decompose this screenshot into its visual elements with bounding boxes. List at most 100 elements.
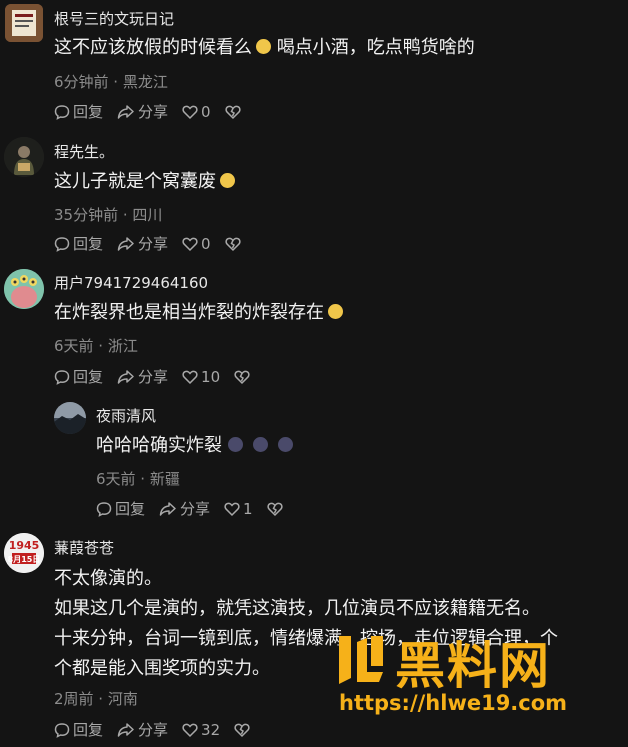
share-icon: [159, 501, 176, 516]
reply-icon: [54, 236, 70, 252]
reply-label: 回复: [73, 368, 104, 386]
watermark-text: 黑料网: [395, 637, 551, 695]
avatar-image: [4, 269, 44, 309]
like-button[interactable]: 32: [182, 721, 220, 739]
reply-button[interactable]: 回复: [54, 719, 103, 740]
like-button[interactable]: 0: [182, 103, 211, 121]
reply-item: 夜雨清风 哈哈哈确实炸裂 6天前 · 新疆 回复 分享 1: [0, 396, 628, 526]
comment-text: 在炸裂界也是相当炸裂的炸裂存在: [54, 298, 343, 327]
like-button[interactable]: 1: [224, 500, 253, 518]
avatar-image: [4, 137, 44, 177]
share-button[interactable]: 分享: [117, 101, 168, 122]
like-button[interactable]: 0: [182, 235, 211, 253]
reply-icon: [54, 104, 70, 120]
comment-text-part: 喝点小酒，吃点鸭货啥的: [276, 37, 475, 58]
comment-text: 哈哈哈确实炸裂: [96, 431, 293, 460]
broken-heart-icon: [266, 502, 283, 516]
broken-heart-icon: [234, 370, 250, 384]
reply-button[interactable]: 回复: [54, 101, 103, 122]
comment-actions: 回复 分享 10: [54, 366, 267, 387]
avatar-image: [5, 4, 43, 42]
emoji-icon: [328, 304, 343, 319]
avatar-image: 1945 8月15日: [4, 533, 44, 573]
reply-icon: [54, 369, 70, 385]
heart-icon: [224, 502, 240, 516]
dislike-button[interactable]: [234, 722, 253, 738]
svg-text:8月15日: 8月15日: [8, 555, 41, 564]
comment-text: 这儿子就是个窝囊废: [54, 167, 235, 196]
share-label: 分享: [138, 235, 169, 253]
dislike-button[interactable]: [224, 104, 244, 120]
share-button[interactable]: 分享: [117, 366, 168, 387]
share-label: 分享: [138, 103, 169, 121]
comment-line: 不太像演的。: [54, 568, 162, 589]
emoji-icon: [278, 437, 293, 452]
heart-icon: [182, 370, 198, 384]
username[interactable]: 夜雨清风: [96, 405, 156, 426]
username[interactable]: 程先生。: [54, 141, 114, 162]
emoji-icon: [228, 437, 243, 452]
avatar[interactable]: [54, 402, 86, 434]
comment-text-part: 在炸裂界也是相当炸裂的炸裂存在: [54, 302, 324, 323]
emoji-icon: [220, 173, 235, 188]
comment-actions: 回复 分享 0: [54, 101, 258, 122]
heart-icon: [182, 237, 198, 251]
watermark-url: https://hlwe19.com: [339, 691, 568, 715]
avatar[interactable]: [5, 4, 43, 42]
share-icon: [117, 369, 134, 384]
like-count: 32: [201, 720, 221, 739]
reply-button[interactable]: 回复: [54, 233, 103, 254]
comment-meta: 6分钟前 · 黑龙江: [54, 73, 168, 91]
share-icon: [117, 722, 134, 737]
share-label: 分享: [138, 721, 169, 739]
reply-label: 回复: [73, 721, 104, 739]
svg-text:1945: 1945: [9, 539, 40, 552]
comment-item: 程先生。 这儿子就是个窝囊废 35分钟前 · 四川 回复 分享 0: [0, 132, 628, 262]
share-button[interactable]: 分享: [159, 498, 210, 519]
emoji-icon: [256, 39, 271, 54]
emoji-icon: [253, 437, 268, 452]
heart-icon: [182, 723, 198, 737]
username[interactable]: 蒹葭苍苍: [54, 537, 114, 558]
watermark-logo-icon: [339, 636, 383, 684]
like-count: 1: [243, 499, 253, 518]
comment-text: 这不应该放假的时候看么 喝点小酒，吃点鸭货啥的: [54, 33, 475, 62]
avatar[interactable]: [4, 269, 44, 309]
like-count: 0: [201, 234, 211, 253]
avatar[interactable]: [4, 137, 44, 177]
share-button[interactable]: 分享: [117, 233, 168, 254]
reply-icon: [96, 501, 112, 517]
share-label: 分享: [180, 500, 211, 518]
comment-item: 用户7941729464160 在炸裂界也是相当炸裂的炸裂存在 6天前 · 浙江…: [0, 264, 628, 394]
share-button[interactable]: 分享: [117, 719, 168, 740]
comment-meta: 2周前 · 河南: [54, 690, 138, 708]
like-count: 0: [201, 102, 211, 121]
avatar[interactable]: 1945 8月15日: [4, 533, 44, 573]
share-icon: [117, 236, 134, 251]
broken-heart-icon: [234, 723, 250, 737]
dislike-button[interactable]: [224, 236, 244, 252]
reply-button[interactable]: 回复: [54, 366, 103, 387]
comment-actions: 回复 分享 32: [54, 719, 267, 740]
reply-icon: [54, 722, 70, 738]
reply-label: 回复: [73, 103, 104, 121]
username[interactable]: 用户7941729464160: [54, 272, 208, 293]
comment-text-part: 这儿子就是个窝囊废: [54, 171, 216, 192]
comment-text-part: 这不应该放假的时候看么: [54, 37, 252, 58]
reply-label: 回复: [115, 500, 146, 518]
comment-actions: 回复 分享 0: [54, 233, 258, 254]
username[interactable]: 根号三的文玩日记: [54, 8, 174, 29]
watermark: 黑料网 https://hlwe19.com: [333, 624, 623, 724]
like-button[interactable]: 10: [182, 368, 220, 386]
comment-meta: 6天前 · 浙江: [54, 337, 138, 355]
dislike-button[interactable]: [234, 369, 253, 385]
dislike-button[interactable]: [266, 501, 286, 517]
comment-actions: 回复 分享 1: [96, 498, 300, 519]
comment-text-part: 哈哈哈确实炸裂: [96, 435, 222, 456]
heart-icon: [182, 105, 198, 119]
like-count: 10: [201, 367, 221, 386]
share-label: 分享: [138, 368, 169, 386]
reply-button[interactable]: 回复: [96, 498, 145, 519]
comment-item: 根号三的文玩日记 这不应该放假的时候看么 喝点小酒，吃点鸭货啥的 6分钟前 · …: [0, 0, 628, 130]
broken-heart-icon: [224, 237, 241, 251]
